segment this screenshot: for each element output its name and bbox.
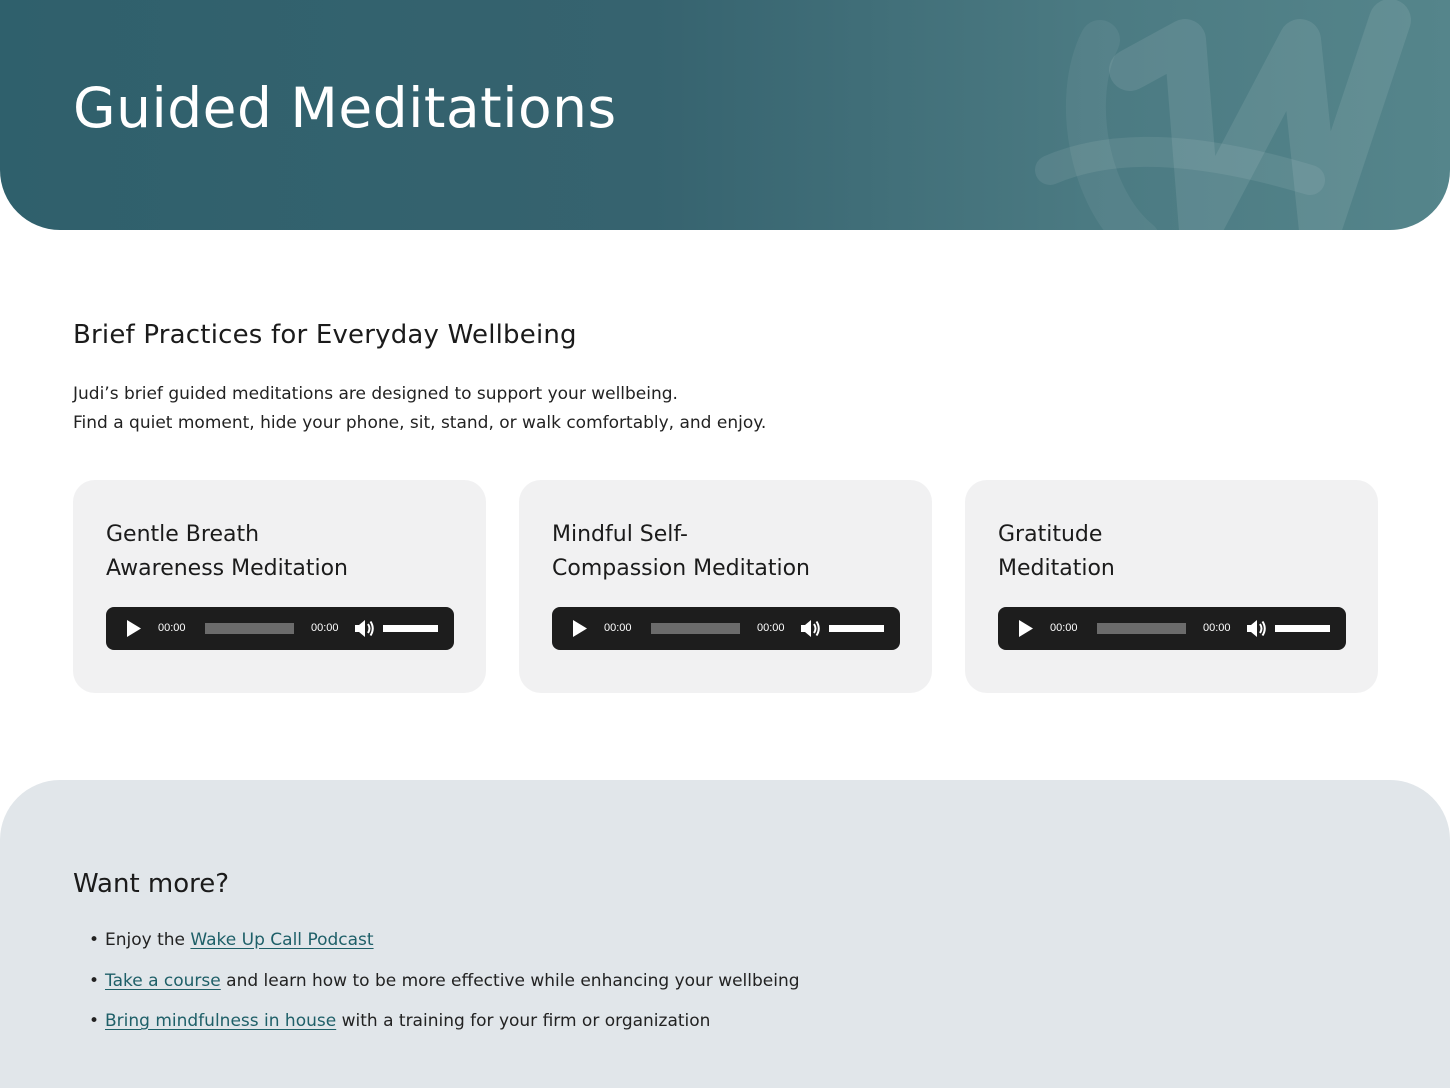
duration: 00:00 — [757, 622, 785, 634]
current-time: 00:00 — [158, 622, 186, 634]
list-item-prefix: Enjoy the — [105, 930, 191, 950]
resource-list: • Enjoy the Wake Up Call Podcast • Take … — [89, 925, 800, 1047]
current-time: 00:00 — [1050, 622, 1078, 634]
list-item-suffix: and learn how to be more effective while… — [220, 970, 800, 991]
card-title-line: Meditation — [998, 556, 1115, 581]
progress-bar[interactable] — [651, 623, 740, 634]
intro-line: Find a quiet moment, hide your phone, si… — [73, 413, 767, 433]
audio-player: 00:00 00:00 — [552, 607, 900, 650]
card-title-line: Compassion Meditation — [552, 556, 810, 581]
meditation-card: Gentle Breath Awareness Meditation 00:00… — [73, 480, 486, 693]
section-heading: Brief Practices for Everyday Wellbeing — [73, 320, 577, 350]
page-title: Guided Meditations — [73, 76, 617, 140]
volume-icon[interactable] — [354, 618, 376, 639]
card-title: Gratitude Meditation — [998, 518, 1338, 586]
list-item: • Take a course and learn how to be more… — [89, 966, 800, 1007]
card-title-line: Awareness Meditation — [106, 556, 348, 581]
list-item-suffix: with a training for your firm or organiz… — [336, 1011, 711, 1031]
meditation-card: Mindful Self- Compassion Meditation 00:0… — [519, 480, 932, 693]
hero-banner: Guided Meditations — [0, 0, 1450, 230]
duration: 00:00 — [1203, 622, 1231, 634]
volume-slider[interactable] — [383, 625, 438, 632]
card-title: Mindful Self- Compassion Meditation — [552, 518, 892, 586]
card-title-line: Gratitude — [998, 522, 1103, 547]
progress-bar[interactable] — [205, 623, 294, 634]
meditation-card: Gratitude Meditation 00:00 00:00 — [965, 480, 1378, 693]
course-link[interactable]: Take a course — [105, 971, 221, 991]
bullet-icon: • — [89, 1011, 100, 1031]
progress-bar[interactable] — [1097, 623, 1186, 634]
brand-watermark — [1035, 0, 1411, 230]
card-title: Gentle Breath Awareness Meditation — [106, 518, 446, 586]
volume-slider[interactable] — [1275, 625, 1330, 632]
play-icon[interactable] — [126, 619, 142, 638]
intro-line: Judi’s brief guided meditations are desi… — [73, 384, 678, 404]
bullet-icon: • — [89, 930, 100, 950]
play-icon[interactable] — [572, 619, 588, 638]
list-item: • Bring mindfulness in house with a trai… — [89, 1006, 800, 1047]
want-more-heading: Want more? — [73, 869, 230, 899]
bullet-icon: • — [89, 970, 100, 991]
play-icon[interactable] — [1018, 619, 1034, 638]
volume-icon[interactable] — [800, 618, 822, 639]
duration: 00:00 — [311, 622, 339, 634]
volume-icon[interactable] — [1246, 618, 1268, 639]
volume-slider[interactable] — [829, 625, 884, 632]
audio-player: 00:00 00:00 — [998, 607, 1346, 650]
want-more-section: Want more? • Enjoy the Wake Up Call Podc… — [0, 780, 1450, 1088]
list-item: • Enjoy the Wake Up Call Podcast — [89, 925, 800, 966]
intro-text: Judi’s brief guided meditations are desi… — [73, 380, 766, 438]
audio-player: 00:00 00:00 — [106, 607, 454, 650]
card-title-line: Mindful Self- — [552, 522, 688, 547]
current-time: 00:00 — [604, 622, 632, 634]
card-title-line: Gentle Breath — [106, 522, 260, 547]
podcast-link[interactable]: Wake Up Call Podcast — [190, 930, 373, 950]
training-link[interactable]: Bring mindfulness in house — [105, 1011, 336, 1031]
